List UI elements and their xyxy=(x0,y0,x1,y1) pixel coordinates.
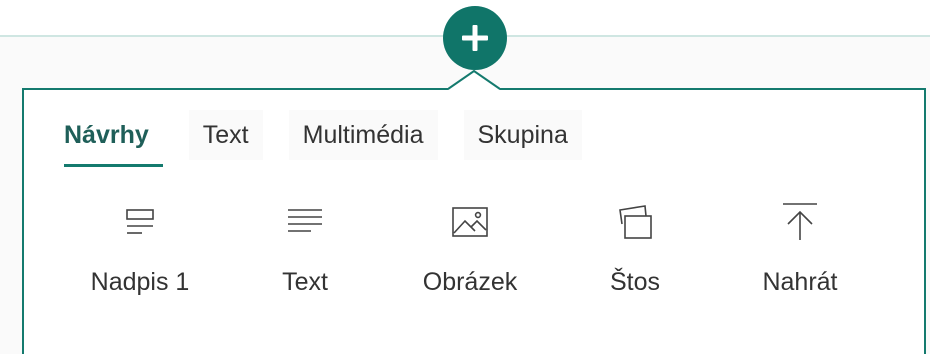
text-lines-icon xyxy=(283,200,327,244)
image-icon xyxy=(448,200,492,244)
item-text[interactable]: Text xyxy=(235,200,375,310)
category-tabs: Návrhy Text Multimédia Skupina xyxy=(50,110,608,167)
add-section-button[interactable] xyxy=(443,6,507,70)
upload-icon xyxy=(778,200,822,244)
tab-skupina[interactable]: Skupina xyxy=(463,110,582,160)
item-label: Štos xyxy=(609,268,661,296)
add-section-popover: Návrhy Text Multimédia Skupina Nadpis 1 xyxy=(0,0,930,354)
item-heading[interactable]: Nadpis 1 xyxy=(70,200,210,310)
item-upload[interactable]: Nahrát xyxy=(730,200,870,310)
item-stack[interactable]: Štos xyxy=(565,200,705,310)
tab-multimedia[interactable]: Multimédia xyxy=(288,110,438,160)
item-label: Text xyxy=(282,268,328,296)
stack-icon xyxy=(613,200,657,244)
item-label: Nahrát xyxy=(762,268,838,296)
panel-pointer xyxy=(448,70,500,90)
item-label: Obrázek xyxy=(422,268,518,296)
item-image[interactable]: Obrázek xyxy=(400,200,540,310)
tab-text[interactable]: Text xyxy=(188,110,263,160)
item-label: Nadpis 1 xyxy=(90,268,190,296)
plus-icon xyxy=(462,25,488,51)
heading-icon xyxy=(118,200,162,244)
tab-navrhy[interactable]: Návrhy xyxy=(50,110,163,167)
suggestion-items: Nadpis 1 Text Obrázek Štos Nahrát xyxy=(70,200,890,310)
